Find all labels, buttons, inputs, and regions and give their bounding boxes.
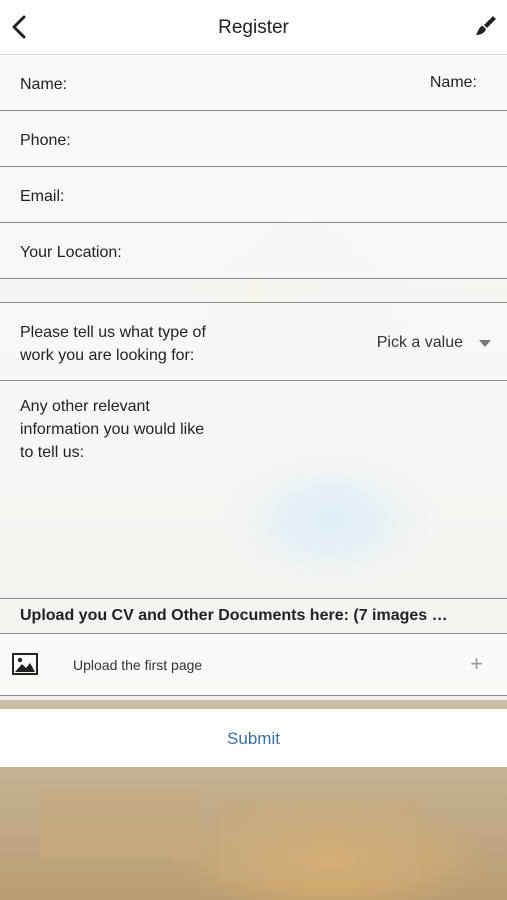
work-type-label-line: work you are looking for: [20,347,195,364]
work-type-label: Please tell us what type of work you are… [20,321,206,367]
image-icon [12,653,38,675]
upload-heading-text: Upload you CV and Other Documents here: … [20,607,448,624]
background-crate [40,790,200,860]
paintbrush-icon[interactable] [473,14,497,38]
other-info-label-line: to tell us: [20,444,85,461]
upload-first-page-row[interactable]: Upload the first page + [0,634,507,696]
name-input[interactable]: Name: [430,74,477,92]
other-info-field[interactable]: Any other relevant information you would… [0,381,507,598]
phone-label: Phone: [20,132,71,149]
email-label: Email: [20,188,65,205]
submit-button[interactable]: Submit [0,729,507,749]
spacer-row [0,279,507,303]
background-crate [220,800,420,880]
upload-section-heading: Upload you CV and Other Documents here: … [0,598,507,634]
name-field[interactable]: Name: Name: [0,55,507,111]
work-type-label-line: Please tell us what type of [20,324,206,341]
other-info-label-line: Any other relevant [20,398,150,415]
name-label: Name: [20,76,68,93]
phone-field[interactable]: Phone: [0,111,507,167]
email-field[interactable]: Email: [0,167,507,223]
work-type-picker[interactable]: Please tell us what type of work you are… [0,303,507,381]
submit-bar: Submit [0,709,507,767]
dropdown-caret-icon[interactable] [479,340,491,347]
nav-bar: Register [0,0,507,55]
upload-first-page-label: Upload the first page [73,657,203,673]
other-info-label-line: information you would like [20,421,205,438]
location-label: Your Location: [20,244,122,261]
other-info-label: Any other relevant information you would… [20,395,204,464]
page-title: Register [218,17,289,38]
location-field[interactable]: Your Location: [0,223,507,279]
add-icon[interactable]: + [470,651,483,677]
work-type-value[interactable]: Pick a value [377,334,463,352]
